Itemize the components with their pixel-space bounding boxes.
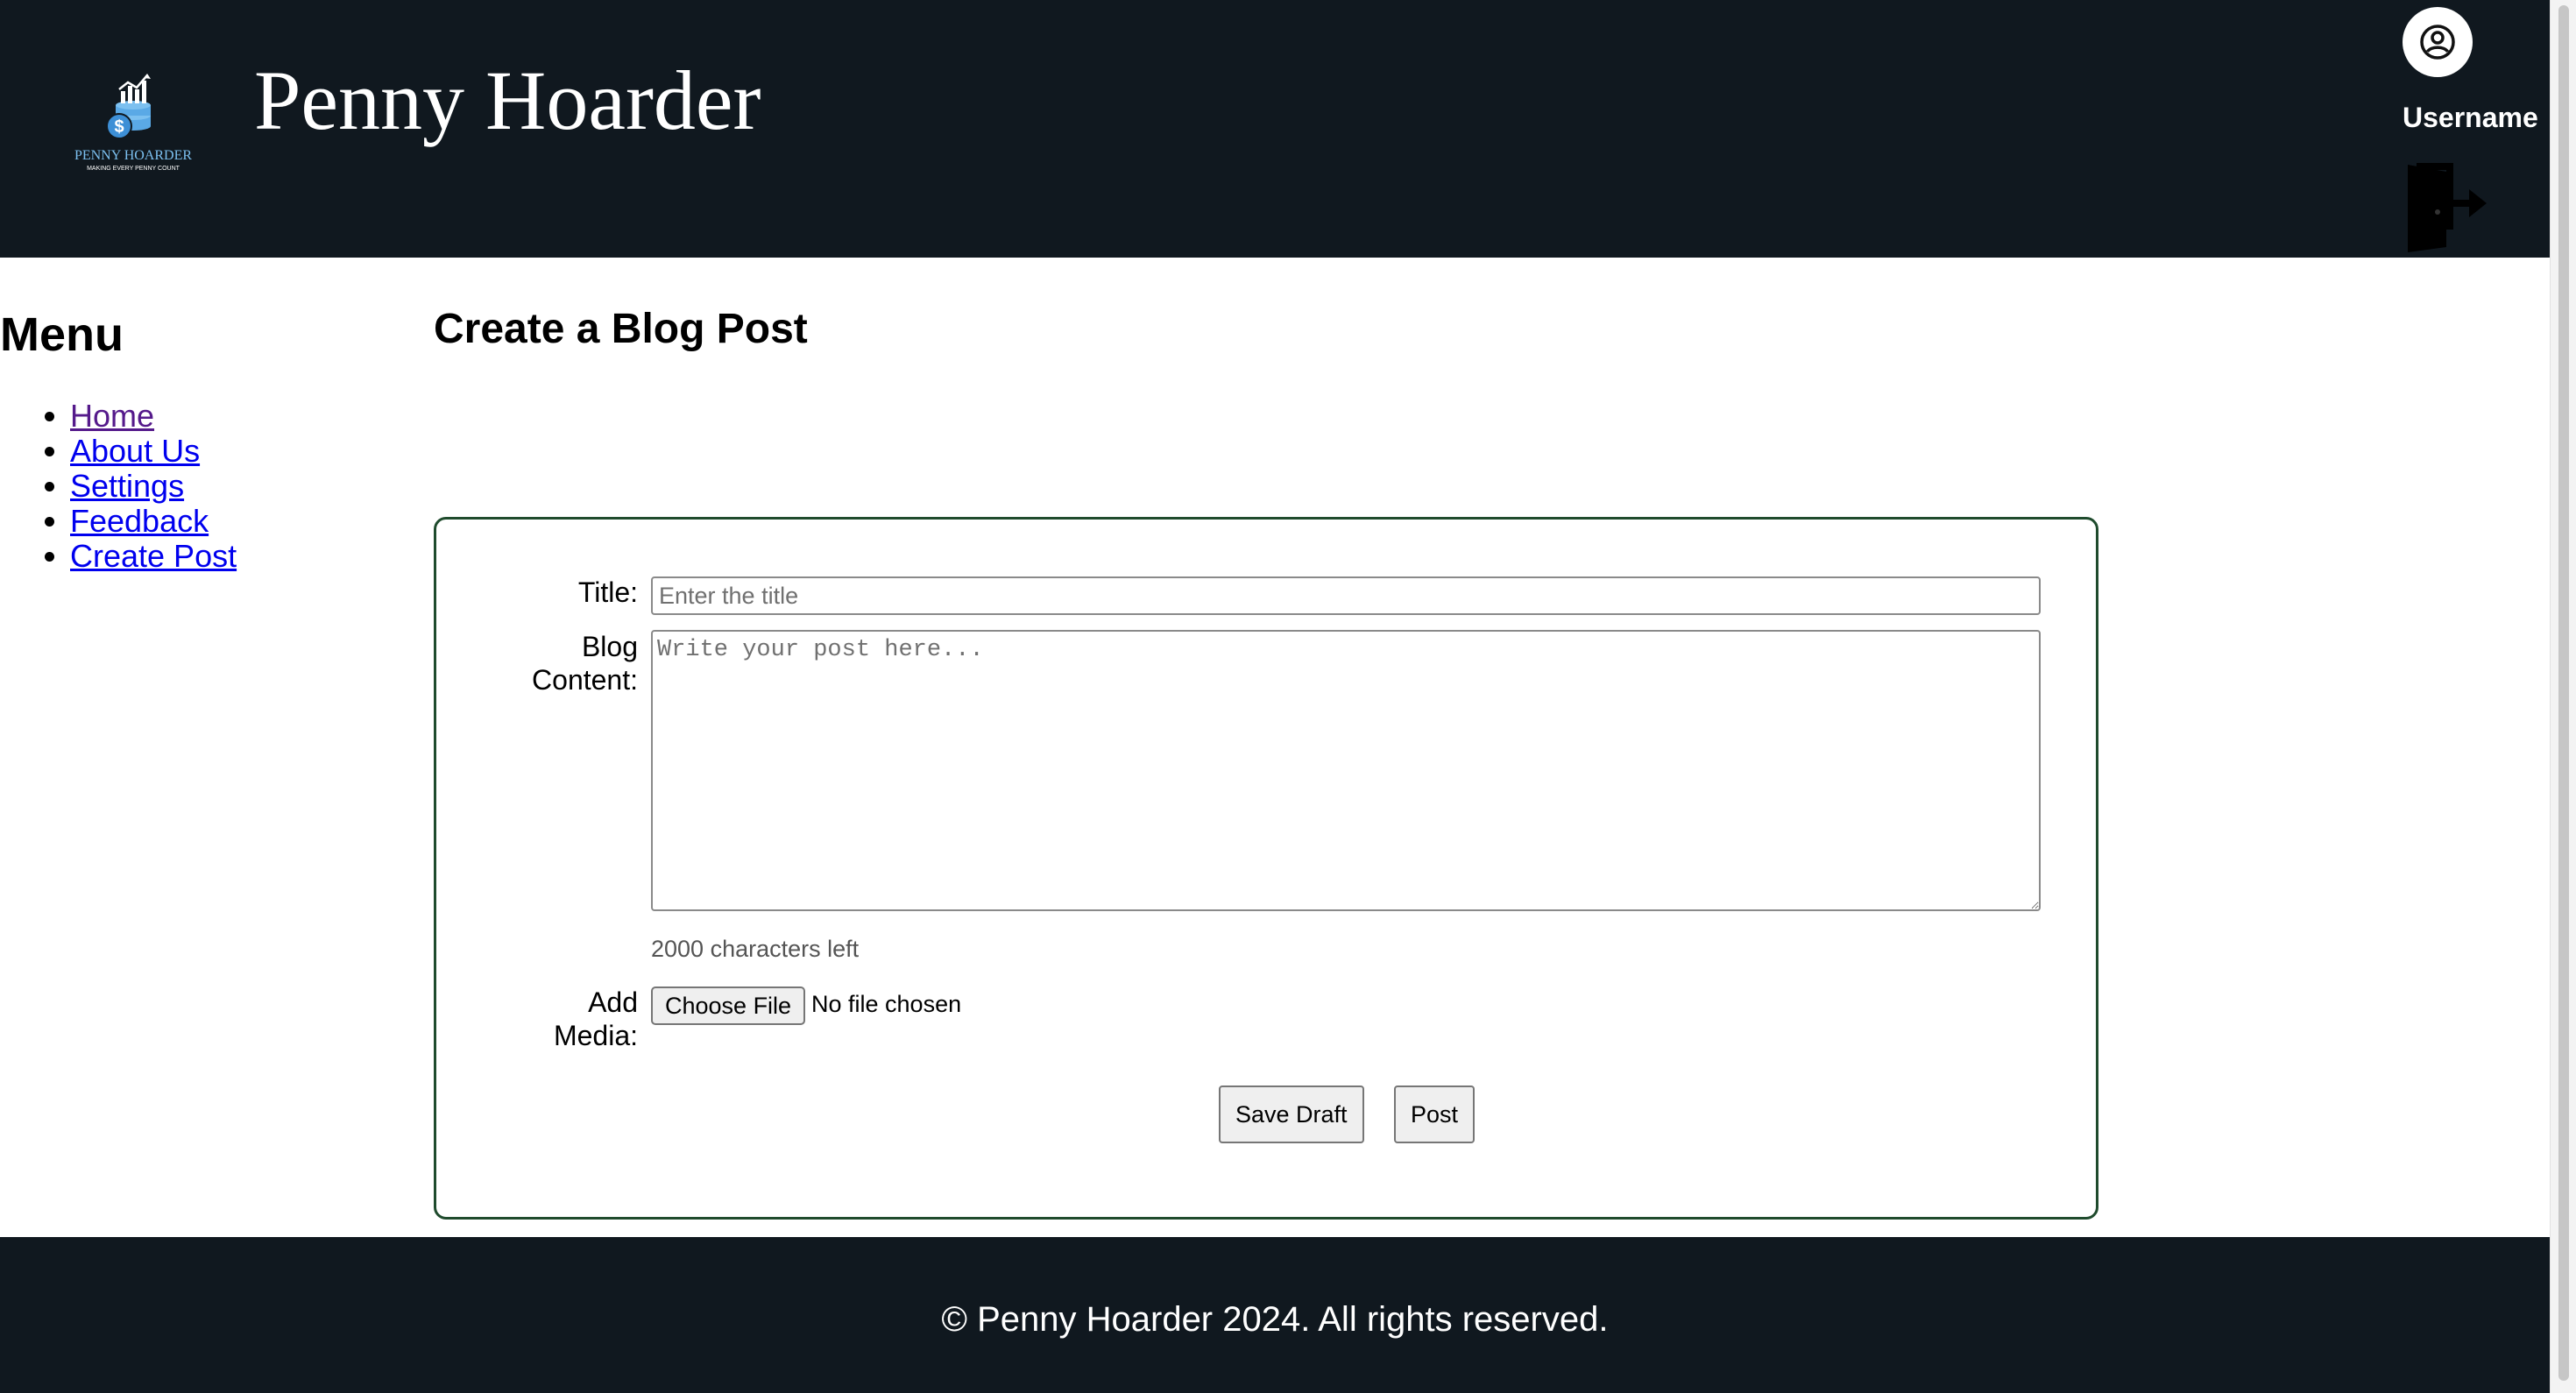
blog-post-form: Title: Blog Content: 2000 characters lef… [434, 517, 2098, 1220]
choose-file-button[interactable]: Choose File [651, 986, 806, 1025]
site-footer: © Penny Hoarder 2024. All rights reserve… [0, 1237, 2550, 1393]
user-avatar-icon[interactable] [2403, 7, 2473, 77]
content-label-line1: Blog [581, 631, 638, 662]
menu-link-settings[interactable]: Settings [70, 468, 184, 504]
menu-item-about-us: About Us [70, 433, 368, 469]
username-label[interactable]: Username [2403, 102, 2538, 134]
media-label-line1: Add [588, 986, 638, 1018]
scrollbar-thumb[interactable] [2558, 5, 2569, 1381]
logo-tagline: MAKING EVERY PENNY COUNT [87, 166, 180, 172]
character-counter: 2000 characters left [651, 936, 860, 962]
title-input[interactable] [651, 576, 2041, 615]
menu-item-feedback: Feedback [70, 503, 368, 539]
content-label-line2: Content: [532, 664, 638, 696]
post-button[interactable]: Post [1394, 1085, 1476, 1143]
blog-content-textarea[interactable] [651, 630, 2041, 911]
menu-item-home: Home [70, 398, 368, 434]
penny-hoarder-logo[interactable]: $ PENNY HOARDER MAKING EVERY PENNY COUNT [70, 72, 196, 177]
menu-item-create-post: Create Post [70, 538, 368, 574]
menu-link-about-us[interactable]: About Us [70, 433, 200, 469]
menu-item-settings: Settings [70, 468, 368, 504]
title-label: Title: [577, 576, 638, 608]
page-title: Create a Blog Post [434, 306, 808, 352]
file-status-text: No file chosen [811, 991, 962, 1017]
sidebar-menu: Menu Home About Us Settings Feedback Cre… [0, 307, 368, 574]
menu-link-feedback[interactable]: Feedback [70, 503, 209, 539]
content-label: Blog Content: [436, 630, 638, 696]
vertical-scrollbar[interactable] [2550, 0, 2576, 1393]
copyright-text: © Penny Hoarder 2024. All rights reserve… [941, 1300, 1609, 1339]
svg-text:$: $ [114, 117, 124, 137]
media-label: Add Media: [436, 986, 638, 1052]
save-draft-button[interactable]: Save Draft [1219, 1085, 1364, 1143]
menu-link-create-post[interactable]: Create Post [70, 538, 237, 574]
menu-list: Home About Us Settings Feedback Create P… [0, 398, 368, 574]
menu-link-home[interactable]: Home [70, 398, 154, 434]
logout-icon[interactable] [2404, 161, 2488, 252]
site-title: Penny Hoarder [254, 53, 761, 147]
site-header: $ PENNY HOARDER MAKING EVERY PENNY COUNT… [0, 0, 2550, 258]
media-label-line2: Media: [553, 1020, 638, 1051]
logo-graphic: $ PENNY HOARDER MAKING EVERY PENNY COUNT [74, 74, 192, 172]
menu-heading: Menu [0, 308, 124, 361]
logo-wordmark: PENNY HOARDER [74, 148, 192, 163]
